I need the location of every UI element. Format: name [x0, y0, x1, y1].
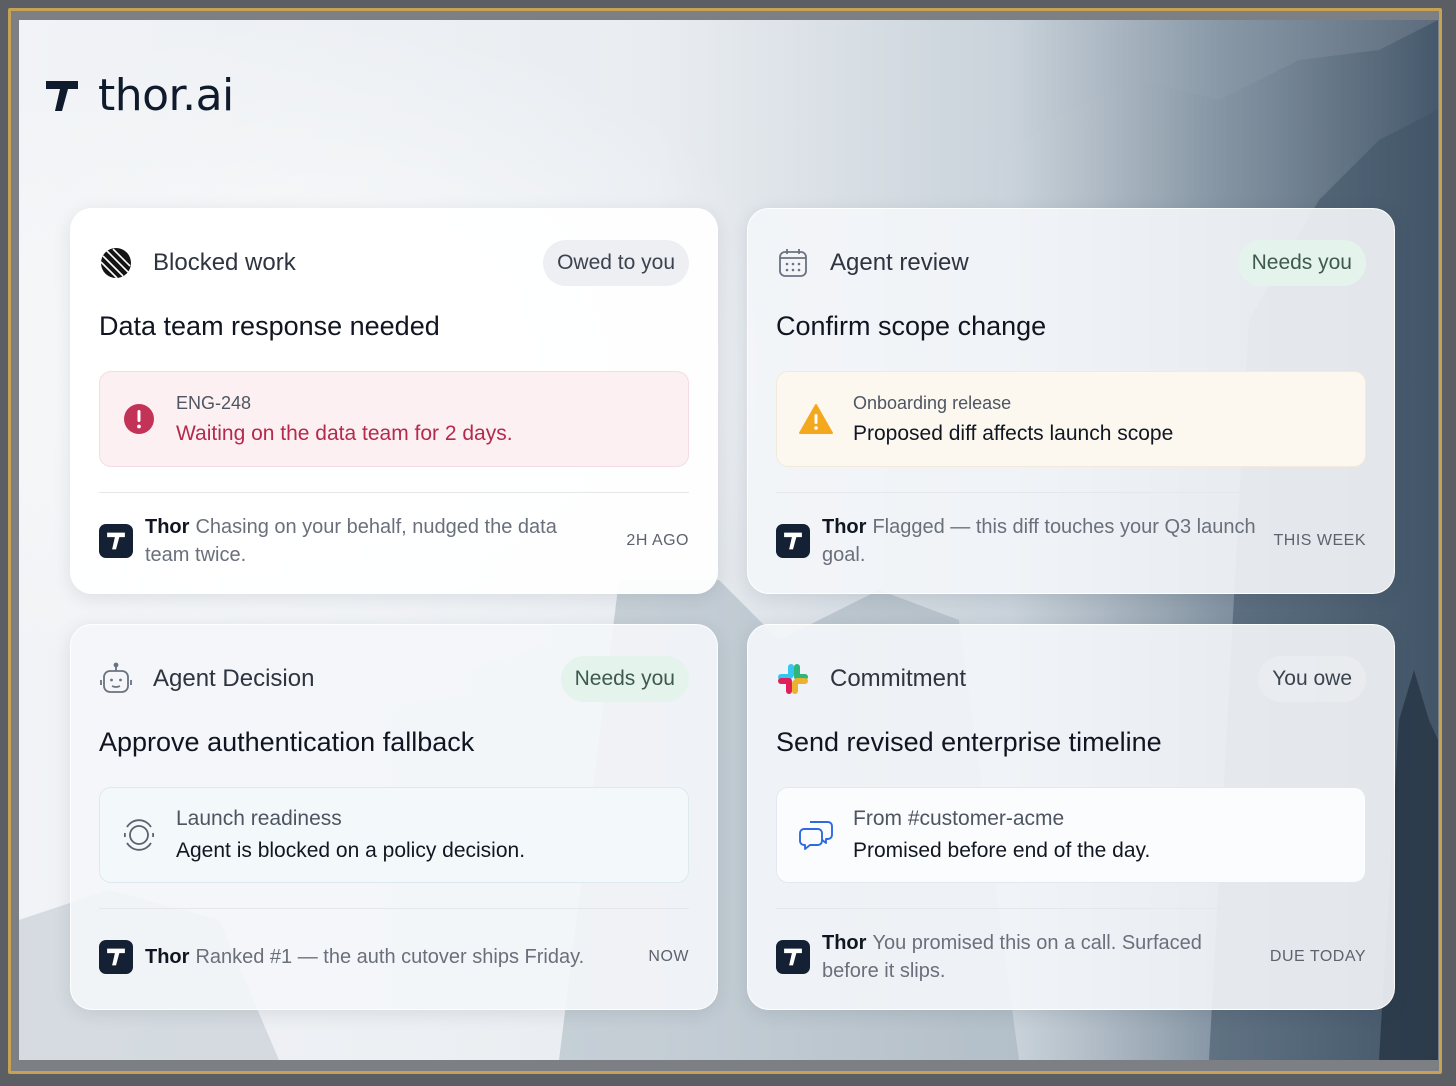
- card-header: Agent review Needs you: [776, 239, 1366, 287]
- card-title: Send revised enterprise timeline: [776, 727, 1162, 757]
- card-blocked-work[interactable]: Blocked work Owed to you Data team respo…: [70, 208, 718, 594]
- card-commitment[interactable]: Commitment You owe Send revised enterpri…: [747, 624, 1395, 1010]
- card-agent-review[interactable]: Agent review Needs you Confirm scope cha…: [747, 208, 1395, 594]
- info-box[interactable]: Onboarding release Proposed diff affects…: [776, 371, 1366, 467]
- card-footer: Thor Flagged — this diff touches your Q3 …: [776, 509, 1366, 573]
- divider: [99, 492, 689, 493]
- divider: [776, 492, 1366, 493]
- timestamp: DUE TODAY: [1269, 948, 1366, 965]
- card-header: Agent Decision Needs you: [99, 655, 689, 703]
- card-category: Blocked work: [153, 249, 296, 276]
- thor-avatar-icon: [776, 524, 810, 558]
- note-text: Flagged — this diff touches your Q3 laun…: [822, 516, 1256, 566]
- status-badge: Owed to you: [543, 240, 689, 286]
- info-subtitle: Launch readiness: [176, 807, 342, 830]
- card-footer: Thor Ranked #1 — the auth cutover ships F…: [99, 925, 689, 989]
- card-agent-decision[interactable]: Agent Decision Needs you Approve authent…: [70, 624, 718, 1010]
- thor-logo-icon: [46, 80, 78, 111]
- card-footer: Thor Chasing on your behalf, nudged the d…: [99, 509, 689, 573]
- info-box[interactable]: ENG-248 Waiting on the data team for 2 d…: [99, 371, 689, 467]
- info-subtitle: From #customer-acme: [853, 807, 1065, 830]
- alert-circle-icon: [120, 400, 158, 438]
- note-author: Thor: [822, 932, 867, 954]
- card-header: Blocked work Owed to you: [99, 239, 689, 287]
- card-category: Commitment: [830, 665, 967, 692]
- note-author: Thor: [145, 946, 190, 968]
- note-text: Chasing on your behalf, nudged the data …: [145, 516, 557, 566]
- divider: [99, 908, 689, 909]
- divider: [776, 908, 1366, 909]
- card-title: Approve authentication fallback: [99, 727, 475, 757]
- card-title: Confirm scope change: [776, 311, 1047, 341]
- card-footer: Thor You promised this on a call. Surface…: [776, 925, 1366, 989]
- card-category: Agent review: [830, 249, 969, 276]
- info-subtitle: ENG-248: [176, 392, 252, 413]
- timestamp: NOW: [648, 948, 689, 965]
- status-badge: Needs you: [1237, 240, 1366, 286]
- status-badge: You owe: [1258, 656, 1366, 702]
- app-name: thor.ai: [98, 70, 234, 121]
- info-subtitle: Onboarding release: [853, 392, 1012, 413]
- thor-avatar-icon: [99, 940, 133, 974]
- timestamp: 2H AGO: [626, 532, 689, 549]
- info-box[interactable]: Launch readiness Agent is blocked on a p…: [99, 787, 689, 883]
- thor-avatar-icon: [776, 940, 810, 974]
- info-message: Promised before end of the day.: [853, 839, 1151, 862]
- note-author: Thor: [145, 516, 190, 538]
- info-box[interactable]: From #customer-acme Promised before end …: [776, 787, 1366, 883]
- info-message: Waiting on the data team for 2 days.: [176, 421, 513, 445]
- calendar-icon: [776, 246, 810, 280]
- note-text: You promised this on a call. Surfaced be…: [822, 932, 1202, 982]
- timestamp: THIS WEEK: [1273, 532, 1366, 549]
- card-title: Data team response needed: [99, 311, 440, 341]
- app-logo[interactable]: thor.ai: [44, 70, 234, 121]
- linear-icon: [99, 246, 133, 280]
- card-category: Agent Decision: [153, 665, 315, 692]
- status-badge: Needs you: [560, 656, 689, 702]
- card-header: Commitment You owe: [776, 655, 1366, 703]
- info-message: Agent is blocked on a policy decision.: [176, 839, 526, 862]
- warning-triangle-icon: [797, 400, 835, 438]
- target-icon: [120, 816, 158, 854]
- thor-avatar-icon: [99, 524, 133, 558]
- chat-bubbles-icon: [797, 816, 835, 854]
- info-message: Proposed diff affects launch scope: [853, 421, 1174, 445]
- slack-icon: [776, 662, 810, 696]
- note-author: Thor: [822, 516, 867, 538]
- robot-icon: [99, 662, 133, 696]
- note-text: Ranked #1 — the auth cutover ships Frida…: [195, 946, 585, 968]
